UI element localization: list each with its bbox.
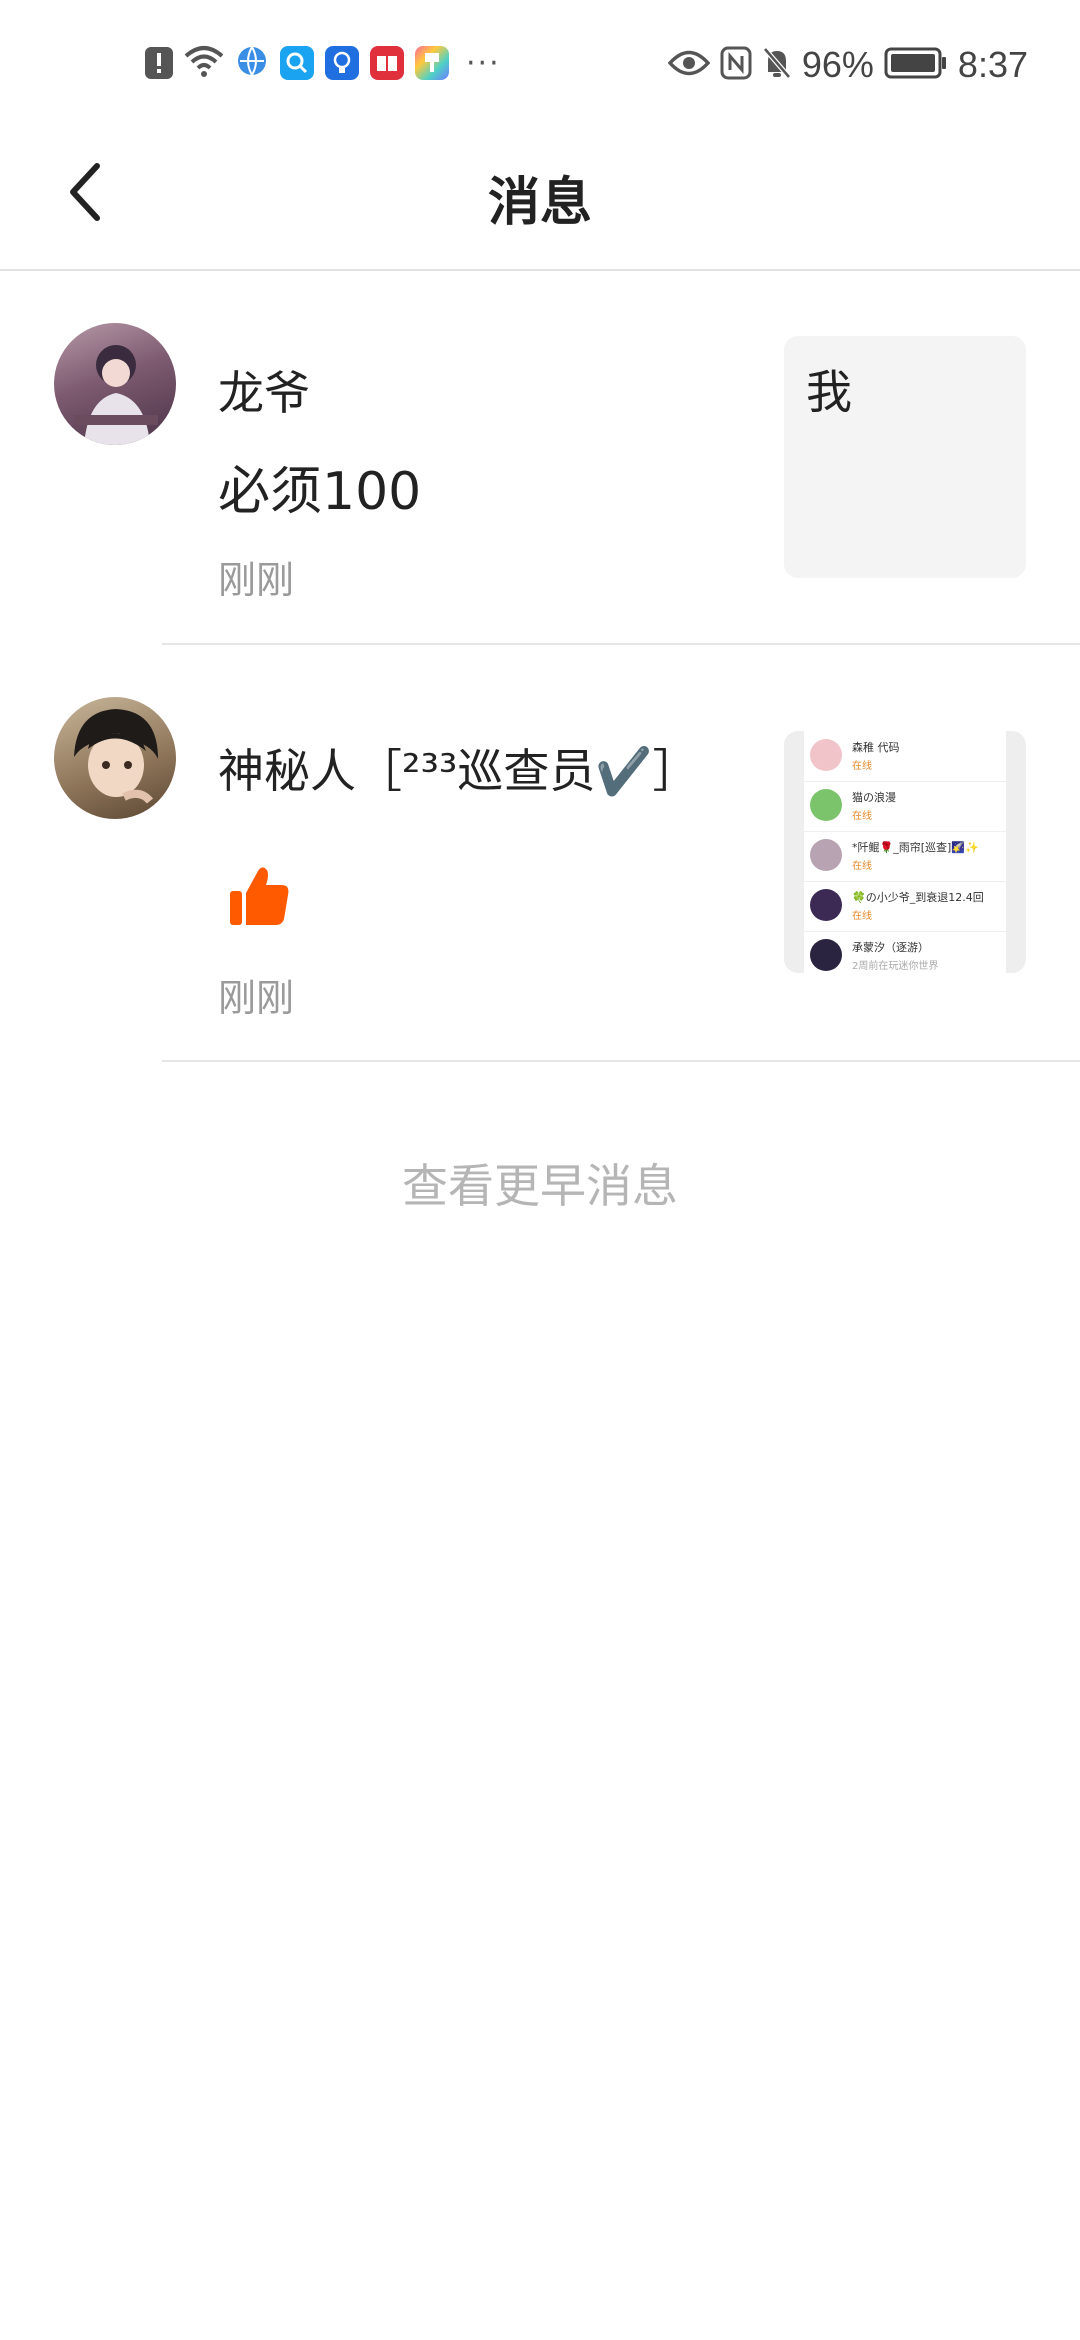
list-item-name: *阡鲲🌹_雨帘[巡查]🌠✨	[852, 841, 979, 854]
list-item: 🍀の小少爷_到衰退12.4回 在线	[804, 881, 1006, 932]
list-item: 猫の浪漫 在线	[804, 781, 1006, 832]
list-item-name: 森稚 代码	[852, 741, 900, 754]
thumbs-up-icon	[228, 865, 292, 933]
avatar	[810, 739, 842, 771]
paint-app-icon	[415, 46, 449, 80]
top-bar: 消息	[0, 130, 1080, 271]
message-time: 刚刚	[218, 558, 295, 602]
message-thumbnail[interactable]: 森稚 代码 在线 猫の浪漫 在线 *阡鲲🌹_雨帘[巡查]🌠✨ 在线 🍀の小少爷_…	[784, 731, 1026, 973]
status-bar: ··· 96% 8:37	[0, 0, 1080, 130]
search-app-icon	[280, 46, 314, 80]
list-item-name: 承蒙汐（逐游）	[852, 941, 929, 954]
message-item[interactable]: 神秘人［²³³巡查员✔️］ 刚刚 森稚 代码 在线 猫の浪漫 在线 *阡鲲🌹_雨…	[0, 645, 1080, 1060]
wifi-icon	[184, 44, 224, 82]
list-item-status: 在线	[852, 761, 872, 772]
list-item-status: 在线	[852, 861, 872, 872]
avatar	[810, 839, 842, 871]
message-time: 刚刚	[218, 976, 295, 1020]
browser-icon	[235, 44, 269, 82]
view-earlier-messages-link[interactable]: 查看更早消息	[0, 1150, 1080, 1216]
message-content: 必须100	[218, 462, 422, 522]
bulb-app-icon	[325, 46, 359, 80]
avatar	[810, 889, 842, 921]
sender-name: 神秘人［²³³巡查员✔️］	[218, 744, 699, 798]
more-notifications: ···	[466, 45, 501, 81]
battery-percent: 96%	[801, 44, 874, 85]
thumbnail-preview-list: 森稚 代码 在线 猫の浪漫 在线 *阡鲲🌹_雨帘[巡查]🌠✨ 在线 🍀の小少爷_…	[804, 731, 1006, 973]
eye-icon	[667, 48, 711, 82]
list-item-status: 2周前在玩迷你世界	[852, 961, 939, 972]
list-item: 承蒙汐（逐游） 2周前在玩迷你世界	[804, 931, 1006, 973]
avatar[interactable]	[54, 697, 176, 819]
list-item: 森稚 代码 在线	[804, 731, 1006, 782]
page-title: 消息	[487, 173, 592, 233]
message-thumbnail[interactable]: 我	[784, 336, 1026, 578]
list-item-name: 🍀の小少爷_到衰退12.4回	[852, 891, 984, 904]
avatar[interactable]	[54, 323, 176, 445]
list-item-name: 猫の浪漫	[852, 791, 896, 804]
divider	[162, 1060, 1080, 1062]
avatar	[810, 789, 842, 821]
sender-name: 龙爷	[218, 366, 310, 420]
notification-icons: ···	[145, 44, 501, 82]
message-item[interactable]: 龙爷 必须100 刚刚 我	[0, 269, 1080, 645]
list-item-status: 在线	[852, 911, 872, 922]
thumbnail-text: 我	[806, 365, 852, 419]
system-icons: 96% 8:37	[667, 44, 1028, 86]
list-item: *阡鲲🌹_雨帘[巡查]🌠✨ 在线	[804, 831, 1006, 882]
alert-icon	[145, 47, 173, 79]
book-app-icon	[370, 46, 404, 80]
bell-off-icon	[762, 46, 792, 84]
nfc-icon	[720, 46, 752, 84]
avatar	[810, 939, 842, 971]
clock: 8:37	[957, 44, 1028, 85]
battery-icon	[884, 46, 948, 84]
list-item-status: 在线	[852, 811, 872, 822]
